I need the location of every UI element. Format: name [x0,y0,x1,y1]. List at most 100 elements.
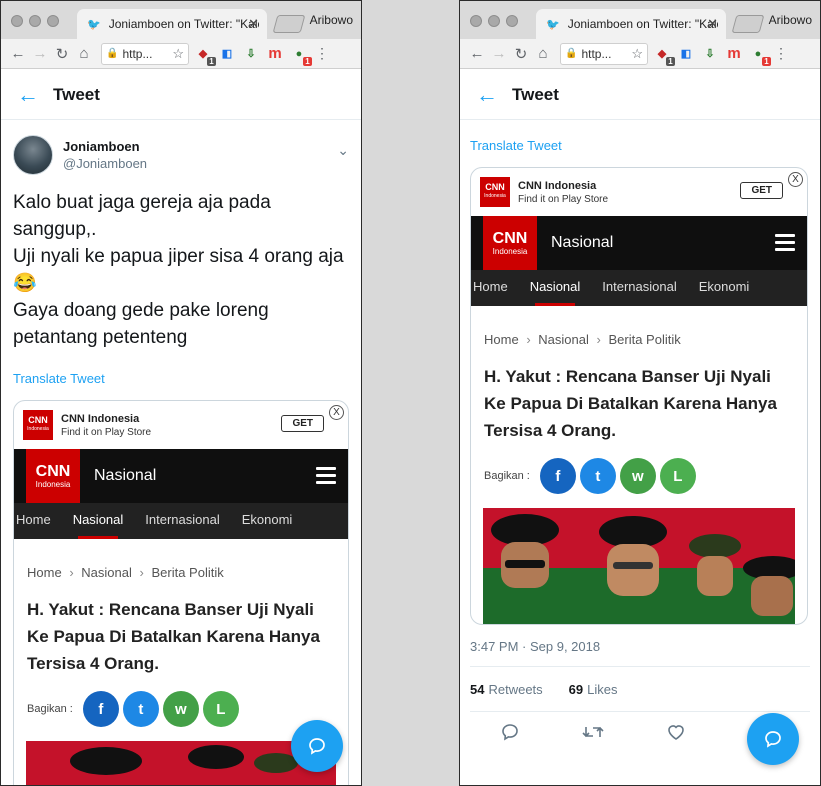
back-nav-icon[interactable]: ← [466,45,488,62]
extension-shield-icon[interactable]: ◆ 1 [193,46,216,66]
cnn-nav-header: CNN Indonesia Nasional [471,216,807,270]
minimize-window-button[interactable] [29,15,41,27]
share-label: Bagikan : [484,470,530,482]
get-button[interactable]: GET [740,182,783,199]
extension-m-icon[interactable]: m [265,45,285,62]
browser-tab[interactable]: 🐦 Joniamboen on Twitter: "Kalo ✕ [536,9,726,39]
breadcrumb: Home › Nasional › Berita Politik [471,306,807,347]
avatar[interactable] [13,135,53,175]
close-window-button[interactable] [470,15,482,27]
home-icon[interactable]: ⌂ [73,45,95,62]
article-headline[interactable]: H. Yakut : Rencana Banser Uji Nyali Ke P… [471,347,807,444]
back-nav-icon[interactable]: ← [7,45,29,62]
new-tab-button[interactable] [731,15,765,33]
browser-menu-icon[interactable]: ⋮ [774,45,788,62]
cnn-logo[interactable]: CNN Indonesia [26,449,80,503]
article-photo[interactable] [483,508,795,624]
tweet-timestamp[interactable]: 3:47 PM · Sep 9, 2018 [460,625,820,654]
forward-nav-icon[interactable]: → [488,45,510,62]
compose-reply-button[interactable] [747,713,799,765]
like-heart-icon[interactable] [666,722,686,747]
translate-tweet-link[interactable]: Translate Tweet [460,138,820,153]
breadcrumb-item[interactable]: Berita Politik [151,565,223,580]
close-tab-icon[interactable]: ✕ [707,16,718,32]
home-icon[interactable]: ⌂ [532,45,554,62]
address-bar[interactable]: 🔒 http... ☆ [560,42,648,65]
new-tab-button[interactable] [272,15,306,33]
cnn-logo[interactable]: CNN Indonesia [483,216,537,270]
ad-banner[interactable]: CNN Indonesia CNN Indonesia Find it on Pl… [471,168,807,216]
tab-home[interactable]: Home [471,270,519,306]
article-headline[interactable]: H. Yakut : Rencana Banser Uji Nyali Ke P… [14,580,348,677]
chevron-down-icon[interactable]: ⌄ [337,142,349,159]
hamburger-menu-icon[interactable] [316,467,336,488]
breadcrumb-item[interactable]: Home [27,565,62,580]
link-card[interactable]: CNN Indonesia CNN Indonesia Find it on Pl… [470,167,808,625]
retweet-icon[interactable] [582,722,604,747]
get-button[interactable]: GET [281,415,324,432]
extension-shield-icon[interactable]: ◆ 1 [652,46,675,66]
ad-close-icon[interactable]: X [329,405,344,420]
tab-ekonomi[interactable]: Ekonomi [231,503,304,539]
minimize-window-button[interactable] [488,15,500,27]
maximize-window-button[interactable] [506,15,518,27]
bookmark-star-icon[interactable]: ☆ [631,46,643,62]
whatsapp-share-icon[interactable]: w [162,691,199,727]
ad-banner[interactable]: CNN Indonesia CNN Indonesia Find it on Pl… [14,401,348,449]
twitter-share-icon[interactable]: t [579,458,616,494]
author-handle[interactable]: @Joniamboen [63,156,147,171]
reply-icon[interactable] [500,722,520,747]
back-arrow-icon[interactable]: ← [1,82,53,108]
whatsapp-share-icon[interactable]: w [619,458,656,494]
share-label: Bagikan : [27,703,73,715]
author-display-name[interactable]: Joniamboen [63,139,147,154]
lock-icon: 🔒 [565,48,578,59]
extension-badge: 1 [762,56,771,66]
close-tab-icon[interactable]: ✕ [248,16,259,32]
twitter-favicon-icon: 🐦 [546,18,560,31]
extension-translate-icon[interactable]: ◧ [217,46,237,62]
tab-nasional[interactable]: Nasional [62,503,135,539]
forward-nav-icon[interactable]: → [29,45,51,62]
extension-download-icon[interactable]: ⇩ [700,46,720,62]
reload-icon[interactable]: ↻ [510,45,532,63]
retweets-count[interactable]: 54 Retweets [470,682,543,697]
profile-name[interactable]: Aribowo [310,13,353,27]
breadcrumb-item[interactable]: Nasional [538,332,589,347]
tab-internasional[interactable]: Internasional [134,503,230,539]
tab-ekonomi[interactable]: Ekonomi [688,270,761,306]
profile-name[interactable]: Aribowo [769,13,812,27]
tab-internasional[interactable]: Internasional [591,270,687,306]
translate-tweet-link[interactable]: Translate Tweet [1,371,361,386]
hamburger-menu-icon[interactable] [775,234,795,255]
browser-toolbar: ← → ↻ ⌂ 🔒 http... ☆ ◆ 1 ◧ ⇩ m ● 1 ⋮ [460,39,820,69]
article-photo[interactable] [26,741,336,785]
breadcrumb-item[interactable]: Home [484,332,519,347]
address-bar[interactable]: 🔒 http... ☆ [101,42,189,65]
extension-download-icon[interactable]: ⇩ [241,46,261,62]
likes-count[interactable]: 69 Likes [569,682,618,697]
compose-reply-button[interactable] [291,720,343,772]
breadcrumb-item[interactable]: Berita Politik [608,332,680,347]
browser-menu-icon[interactable]: ⋮ [315,45,329,62]
twitter-share-icon[interactable]: t [122,691,159,727]
line-share-icon[interactable]: L [659,458,696,494]
tab-nasional[interactable]: Nasional [519,270,592,306]
extension-green-icon[interactable]: ● 1 [289,46,312,66]
maximize-window-button[interactable] [47,15,59,27]
close-window-button[interactable] [11,15,23,27]
page-title: Tweet [53,84,100,104]
facebook-share-icon[interactable]: f [82,691,119,727]
tab-home[interactable]: Home [14,503,62,539]
browser-tab[interactable]: 🐦 Joniamboen on Twitter: "Kalo ✕ [77,9,267,39]
line-share-icon[interactable]: L [202,691,239,727]
facebook-share-icon[interactable]: f [539,458,576,494]
extension-m-icon[interactable]: m [724,45,744,62]
back-arrow-icon[interactable]: ← [460,82,512,108]
extension-translate-icon[interactable]: ◧ [676,46,696,62]
ad-close-icon[interactable]: X [788,172,803,187]
extension-green-icon[interactable]: ● 1 [748,46,771,66]
reload-icon[interactable]: ↻ [51,45,73,63]
bookmark-star-icon[interactable]: ☆ [172,46,184,62]
breadcrumb-item[interactable]: Nasional [81,565,132,580]
